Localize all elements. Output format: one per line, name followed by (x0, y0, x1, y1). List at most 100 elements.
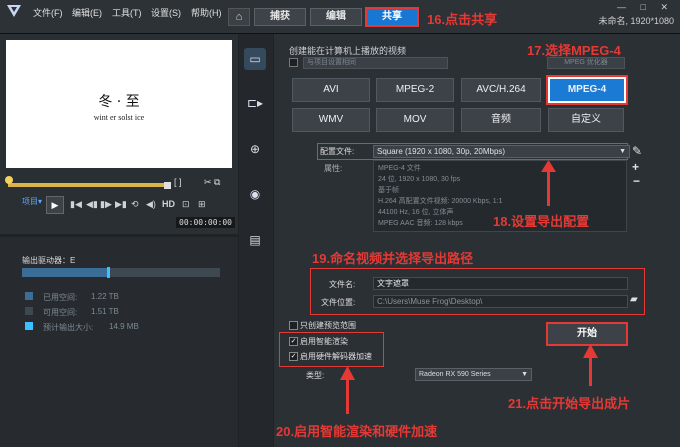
globe-icon[interactable]: ⊕ (244, 138, 266, 160)
annotation-arrow (346, 378, 349, 414)
property-line: 44100 Hz, 16 位, 立体声 (378, 209, 454, 216)
property-line: H.264 高配置文件视频: 20000 Kbps, 1:1 (378, 198, 503, 205)
gpu-type-value: Radeon RX 590 Series (419, 371, 491, 378)
format-mov[interactable]: MOV (376, 108, 454, 132)
monitor-icon[interactable]: ▭ (244, 48, 266, 70)
drive-used-fill (22, 268, 108, 277)
trim-out-handle[interactable] (164, 182, 171, 189)
format-avi[interactable]: AVI (292, 78, 370, 102)
format-mpeg4[interactable]: MPEG-4 (546, 75, 628, 105)
location-input[interactable]: C:\Users\Muse Frog\Desktop\ (373, 295, 628, 308)
play-button[interactable]: ▶ (46, 196, 64, 214)
preview-subtitle: wint er solst ice (93, 113, 145, 122)
image-file-icon[interactable]: ▤ (244, 229, 266, 251)
annotation-arrow (589, 356, 592, 386)
window-title: 未命名, 1920*1080 (598, 16, 674, 26)
used-space-label: 已用空间: (43, 293, 78, 302)
used-space-swatch (25, 292, 33, 300)
config-dropdown[interactable]: Square (1920 x 1080, 30p, 20Mbps) ▼ (373, 145, 630, 158)
folder-icon[interactable]: ▰ (630, 294, 638, 305)
reference-select[interactable]: 与项目设置相同 (303, 57, 448, 69)
preview-range-checkbox[interactable] (289, 321, 298, 330)
timecode[interactable]: 00:00:00:00 (176, 217, 235, 228)
free-space-swatch (25, 307, 33, 315)
skip-forward-icon[interactable]: ▶▮ (115, 199, 127, 210)
annotation-20: 20.启用智能渲染和硬件加速 (276, 424, 438, 439)
filename-label: 文件名: (329, 280, 356, 289)
tab-edit[interactable]: 编辑 (310, 8, 362, 26)
free-space-value: 1.51 TB (91, 307, 119, 316)
annotation-18: 18.设置导出配置 (493, 214, 590, 229)
fit-icon[interactable]: ⊡ (182, 199, 190, 210)
filename-input[interactable]: 文字遮罩 (373, 277, 628, 290)
format-mpeg2[interactable]: MPEG-2 (376, 78, 454, 102)
estimate-swatch (25, 322, 33, 330)
preview-title: 冬 · 至 (98, 94, 140, 110)
tab-share[interactable]: 共享 (365, 7, 419, 27)
estimate-value: 14.9 MB (109, 322, 139, 331)
chevron-down-icon: ▼ (619, 148, 626, 155)
add-icon[interactable]: + (632, 160, 639, 174)
menu-help[interactable]: 帮助(H) (191, 6, 222, 19)
edit-pencil-icon[interactable]: ✎ (632, 144, 642, 158)
hw-accel-label: 启用硬件解码器加速 (300, 352, 372, 361)
format-avc-h264[interactable]: AVC/H.264 (461, 78, 541, 102)
chevron-down-icon: ▼ (521, 371, 528, 378)
video-preview: 冬 · 至 wint er solst ice (6, 40, 232, 168)
window-controls[interactable]: — □ ✕ (617, 2, 674, 13)
mark-in-out-icon[interactable]: [ ] (174, 177, 182, 187)
format-wmv[interactable]: WMV (292, 108, 370, 132)
step-back-icon[interactable]: ◀▮ (86, 199, 98, 210)
snapshot-icon[interactable]: ⊞ (198, 199, 206, 210)
home-icon[interactable]: ⌂ (228, 8, 250, 26)
properties-label: 属性: (324, 164, 343, 173)
menu-tools[interactable]: 工具(T) (112, 6, 142, 19)
used-space-value: 1.22 TB (91, 292, 119, 301)
estimate-label: 预计输出大小: (43, 323, 94, 332)
gpu-type-dropdown[interactable]: Radeon RX 590 Series ▼ (415, 368, 532, 381)
remove-icon[interactable]: − (633, 174, 640, 188)
hw-accel-checkbox[interactable]: ✓ (289, 352, 298, 361)
volume-icon[interactable]: ◀) (146, 199, 156, 210)
annotation-19: 19.命名视频并选择导出路径 (312, 251, 474, 266)
arrow-up-icon (340, 366, 355, 380)
free-space-label: 可用空间: (43, 308, 78, 317)
property-line: MPEG AAC 音频: 128 kbps (378, 220, 463, 227)
menu-settings[interactable]: 设置(S) (151, 6, 181, 19)
annotation-16: 16.点击共享 (427, 12, 498, 27)
cut-icon[interactable]: ✂ ⧉ (204, 177, 220, 188)
same-as-project-checkbox[interactable] (289, 58, 298, 67)
preview-range-label: 只创建预览范围 (300, 321, 356, 330)
config-label: 配置文件: (320, 147, 355, 156)
annotation-21: 21.点击开始导出成片 (508, 396, 631, 411)
tab-capture[interactable]: 捕获 (254, 8, 306, 26)
smart-render-checkbox[interactable]: ✓ (289, 337, 298, 346)
create-video-label: 创建能在计算机上播放的视频 (289, 46, 407, 56)
skip-back-icon[interactable]: ▮◀ (70, 199, 82, 210)
mpeg-optimizer-button[interactable]: MPEG 优化器 (547, 57, 625, 69)
property-line: 24 位, 1920 x 1080, 30 fps (378, 176, 461, 183)
drive-estimate-marker (107, 267, 111, 278)
disc-icon[interactable]: ◉ (244, 183, 266, 205)
step-forward-icon[interactable]: ▮▶ (100, 199, 112, 210)
app-logo-icon (7, 5, 21, 17)
config-value: Square (1920 x 1080, 30p, 20Mbps) (377, 147, 506, 156)
device-icon[interactable]: ⊏▸ (244, 92, 266, 114)
location-label: 文件位置: (321, 298, 356, 307)
type-label: 类型: (306, 371, 325, 380)
menu-edit[interactable]: 编辑(E) (72, 6, 102, 19)
arrow-up-icon (541, 160, 556, 172)
format-audio[interactable]: 音频 (461, 108, 541, 132)
property-line: 基于帧 (378, 187, 399, 194)
repeat-icon[interactable]: ⟲ (131, 199, 139, 210)
hd-toggle[interactable]: HD (162, 199, 175, 209)
trim-in-handle[interactable] (5, 176, 13, 184)
menu-file[interactable]: 文件(F) (33, 6, 63, 19)
arrow-up-icon (583, 344, 598, 358)
start-button[interactable]: 开始 (546, 322, 628, 346)
project-mode-dropdown[interactable]: 项目▾ (22, 196, 42, 207)
output-drive-label: 输出驱动器：E (22, 256, 76, 265)
scrub-bar[interactable] (8, 183, 170, 187)
annotation-arrow (547, 170, 550, 206)
format-custom[interactable]: 自定义 (548, 108, 624, 132)
